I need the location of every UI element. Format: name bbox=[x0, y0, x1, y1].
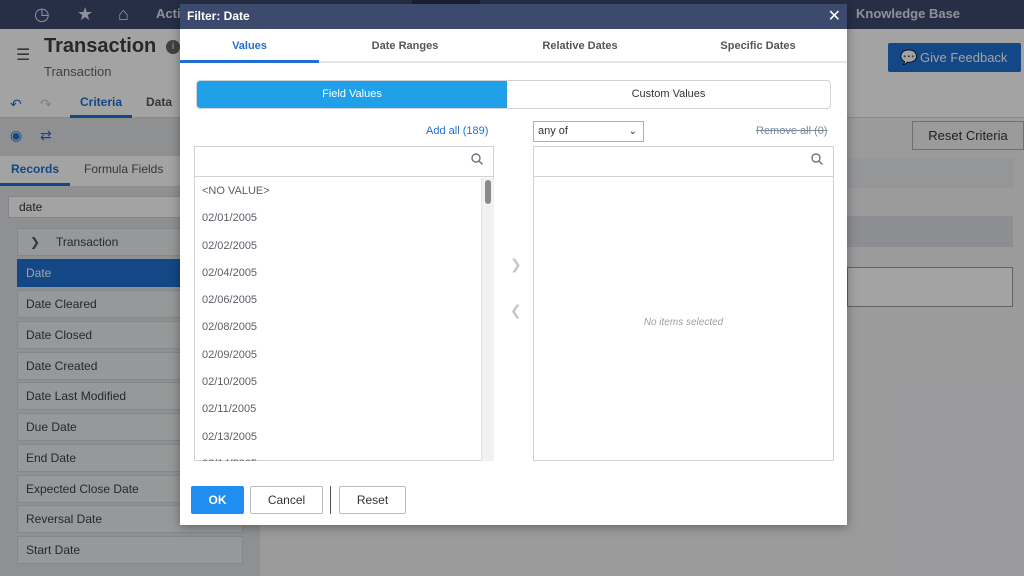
reset-button[interactable]: Reset bbox=[339, 486, 406, 514]
tab-date-ranges[interactable]: Date Ranges bbox=[335, 29, 475, 63]
dialog-tabs: Values Date Ranges Relative Dates Specif… bbox=[180, 29, 847, 63]
close-icon[interactable]: ✕ bbox=[828, 4, 841, 29]
match-mode-value: any of bbox=[538, 125, 568, 137]
custom-values-button[interactable]: Custom Values bbox=[507, 81, 830, 108]
tab-relative-dates[interactable]: Relative Dates bbox=[510, 29, 650, 63]
list-item[interactable]: 02/02/2005 bbox=[195, 233, 481, 260]
add-all-link[interactable]: Add all (189) bbox=[426, 125, 488, 137]
tab-specific-dates[interactable]: Specific Dates bbox=[688, 29, 828, 63]
move-right-icon[interactable]: ❯ bbox=[510, 256, 522, 273]
remove-all-link[interactable]: Remove all (0) bbox=[756, 125, 828, 137]
filter-dialog: Filter: Date ✕ Values Date Ranges Relati… bbox=[180, 4, 847, 525]
available-values-list: <NO VALUE> 02/01/2005 02/02/2005 02/04/2… bbox=[195, 178, 481, 461]
available-values-panel: <NO VALUE> 02/01/2005 02/02/2005 02/04/2… bbox=[194, 146, 494, 461]
tab-values[interactable]: Values bbox=[180, 29, 319, 63]
value-type-toggle: Field Values Custom Values bbox=[196, 80, 831, 109]
list-item[interactable]: 02/09/2005 bbox=[195, 342, 481, 369]
list-item[interactable]: 02/08/2005 bbox=[195, 314, 481, 341]
list-item[interactable]: 02/01/2005 bbox=[195, 205, 481, 232]
list-item[interactable]: 02/11/2005 bbox=[195, 396, 481, 423]
match-mode-select[interactable]: any of ⌄ bbox=[533, 121, 644, 142]
dialog-header: Filter: Date ✕ bbox=[180, 4, 847, 29]
ok-button[interactable]: OK bbox=[191, 486, 244, 514]
button-divider bbox=[330, 486, 331, 514]
scrollbar-thumb[interactable] bbox=[485, 180, 491, 204]
list-item[interactable]: 02/04/2005 bbox=[195, 260, 481, 287]
search-icon bbox=[811, 153, 823, 165]
move-left-icon[interactable]: ❮ bbox=[510, 302, 522, 319]
field-values-button[interactable]: Field Values bbox=[197, 81, 507, 108]
list-item[interactable]: 02/13/2005 bbox=[195, 424, 481, 451]
empty-selection-text: No items selected bbox=[643, 317, 724, 328]
search-icon bbox=[471, 153, 483, 165]
cancel-button[interactable]: Cancel bbox=[250, 486, 323, 514]
dialog-title: Filter: Date bbox=[187, 9, 250, 23]
list-scrollbar[interactable] bbox=[481, 178, 494, 461]
selected-search-input[interactable] bbox=[534, 147, 833, 177]
list-item[interactable]: <NO VALUE> bbox=[195, 178, 481, 205]
chevron-down-icon: ⌄ bbox=[628, 126, 637, 137]
selected-values-panel: No items selected bbox=[533, 146, 834, 461]
list-item[interactable]: 02/14/2005 bbox=[195, 451, 481, 461]
list-item[interactable]: 02/10/2005 bbox=[195, 369, 481, 396]
list-item[interactable]: 02/06/2005 bbox=[195, 287, 481, 314]
available-search-input[interactable] bbox=[195, 147, 493, 177]
